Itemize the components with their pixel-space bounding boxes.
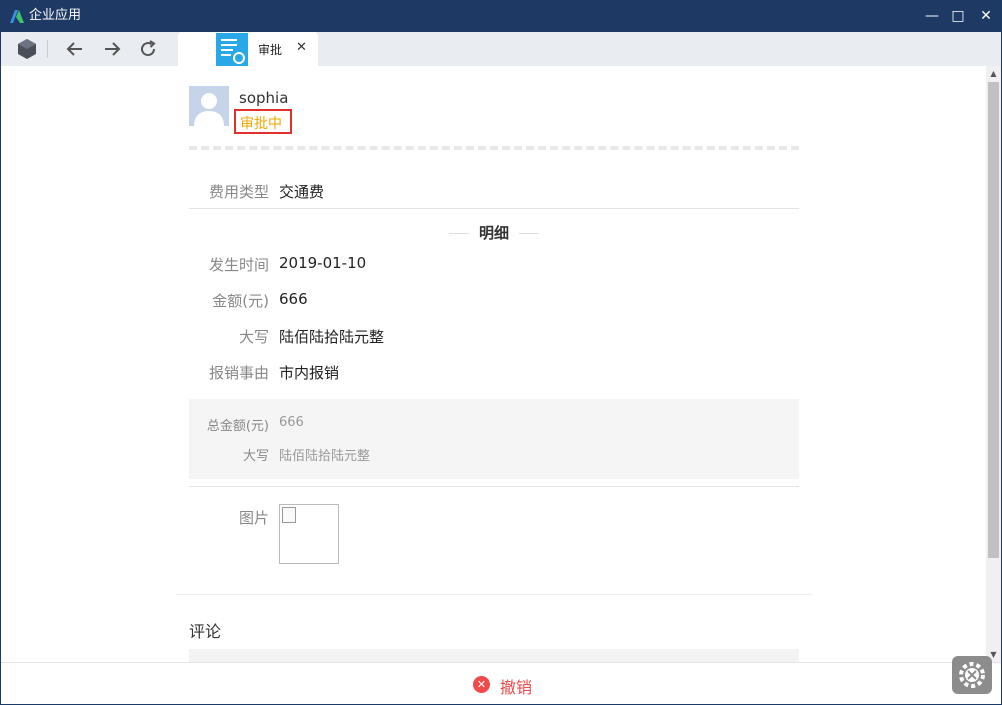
amount-label: 金额(元): [212, 292, 269, 310]
total-amount-value: 666: [279, 415, 304, 430]
section-rule-right: [519, 233, 539, 234]
approval-doc-icon: [216, 33, 248, 66]
occurrence-time-label: 发生时间: [208, 256, 269, 274]
section-rule-left: [449, 233, 469, 234]
close-window-button[interactable]: ✕: [975, 5, 997, 27]
toolbar: 审批 ✕: [1, 32, 1001, 66]
approval-detail-page: sophia 审批中 费用类型 交通费 明细 发生时间 2019-01-10 金…: [1, 66, 986, 662]
amount-capital-value: 陆佰陆拾陆元整: [279, 328, 385, 346]
window-title: 企业应用: [29, 8, 82, 23]
expense-type-label: 费用类型: [208, 183, 269, 201]
reason-value: 市内报销: [279, 364, 340, 382]
title-bar: 企业应用 — □ ✕: [1, 1, 1001, 32]
detail-section-title: 明细: [479, 224, 510, 242]
scrollbar[interactable]: ▲ ▼: [986, 66, 1001, 662]
header-divider: [189, 146, 799, 150]
scroll-thumb[interactable]: [988, 82, 999, 558]
broken-image-icon: [282, 507, 296, 523]
maximize-button[interactable]: □: [947, 5, 969, 27]
total-capital-value: 陆佰陆拾陆元整: [279, 449, 371, 464]
gear-icon: [959, 662, 985, 688]
footer-bar: ✕ 撤销: [1, 662, 1001, 704]
summary-panel: 总金额(元) 666 大写 陆佰陆拾陆元整: [189, 399, 799, 479]
amount-capital-label: 大写: [238, 328, 269, 346]
close-circle-icon: ✕: [473, 676, 490, 693]
refresh-icon[interactable]: [136, 37, 160, 61]
amount-value: 666: [279, 290, 308, 308]
total-capital-label: 大写: [242, 449, 269, 464]
attachment-image[interactable]: [279, 504, 339, 564]
tab-label: 审批: [258, 43, 283, 57]
toolbar-divider: [47, 40, 48, 58]
username: sophia: [239, 89, 289, 107]
comment-list: [189, 649, 799, 662]
divider: [189, 208, 799, 209]
status-badge: 审批中: [234, 109, 292, 134]
revoke-label: 撤销: [500, 678, 533, 697]
expense-type-value: 交通费: [279, 183, 325, 201]
tab-approval[interactable]: 审批 ✕: [178, 32, 318, 66]
reason-label: 报销事由: [208, 364, 269, 382]
divider: [176, 594, 812, 595]
app-logo-icon: [10, 10, 24, 23]
tab-close-icon[interactable]: ✕: [296, 40, 307, 55]
status-text: 审批中: [240, 116, 282, 132]
scroll-up-icon[interactable]: ▲: [986, 66, 1001, 81]
forward-arrow-icon[interactable]: [100, 37, 124, 61]
settings-gear-button[interactable]: [952, 656, 992, 694]
minimize-button[interactable]: —: [921, 5, 943, 27]
app-window: 企业应用 — □ ✕ 审批 ✕ sophia 审批中 费用类型 交通费 明细 发…: [0, 0, 1002, 705]
comments-title: 评论: [189, 622, 222, 641]
avatar: [189, 86, 229, 126]
image-label: 图片: [238, 509, 269, 527]
home-icon[interactable]: [15, 37, 39, 61]
back-arrow-icon[interactable]: [63, 37, 87, 61]
total-amount-label: 总金额(元): [206, 419, 269, 434]
occurrence-time-value: 2019-01-10: [279, 254, 367, 272]
divider: [189, 486, 799, 487]
